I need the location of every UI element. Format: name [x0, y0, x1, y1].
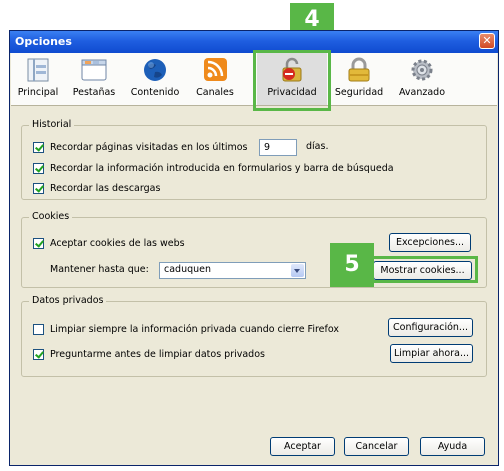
always-clear-checkbox[interactable] — [33, 324, 44, 335]
tab-label: Contenido — [130, 87, 180, 98]
configuration-button[interactable]: Configuración... — [388, 318, 473, 337]
tab-pestanas[interactable]: Pestañas — [65, 53, 123, 105]
close-icon: ✕ — [482, 34, 492, 47]
clear-now-button[interactable]: Limpiar ahora... — [390, 344, 473, 363]
ask-before-row: Preguntarme antes de limpiar datos priva… — [33, 346, 265, 363]
remember-pages-label: Recordar páginas visitadas en los último… — [50, 142, 248, 153]
accept-cookies-checkbox[interactable] — [33, 238, 44, 249]
ask-before-label: Preguntarme antes de limpiar datos priva… — [50, 349, 265, 360]
tab-contenido[interactable]: Contenido — [123, 53, 187, 105]
remember-pages-checkbox[interactable] — [33, 142, 44, 153]
remember-downloads-checkbox[interactable] — [33, 183, 44, 194]
remember-downloads-row: Recordar las descargas — [33, 180, 160, 197]
days-label: días. — [306, 141, 329, 152]
private-data-group: Datos privados — [21, 295, 487, 377]
tabs-window-icon — [81, 59, 107, 81]
tab-label: Pestañas — [72, 87, 116, 98]
exceptions-button[interactable]: Excepciones... — [389, 233, 471, 252]
step-4-highlight — [253, 50, 331, 111]
remember-forms-label: Recordar la información introducida en f… — [50, 163, 394, 174]
rss-feed-icon — [204, 58, 227, 81]
tab-seguridad[interactable]: Seguridad — [329, 53, 389, 105]
tab-principal[interactable]: Principal — [11, 53, 65, 105]
keep-until-label: Mantener hasta que: — [50, 264, 149, 275]
ask-before-checkbox[interactable] — [33, 349, 44, 360]
days-input[interactable]: 9 — [259, 139, 297, 156]
tab-label: Canales — [196, 87, 234, 98]
step-5-highlight — [370, 256, 478, 283]
history-legend: Historial — [29, 119, 75, 130]
remember-forms-row: Recordar la información introducida en f… — [33, 160, 394, 177]
help-button[interactable]: Ayuda — [420, 437, 485, 456]
security-padlock-icon — [348, 57, 370, 82]
private-data-legend: Datos privados — [29, 295, 107, 306]
tab-label: Seguridad — [334, 87, 384, 98]
tab-label: Principal — [17, 87, 59, 98]
cookies-legend: Cookies — [29, 211, 73, 222]
accept-cookies-row: Aceptar cookies de las webs — [33, 235, 185, 252]
keep-until-select[interactable]: caduquen — [159, 262, 306, 279]
tab-label: Avanzado — [398, 87, 446, 98]
accept-button[interactable]: Aceptar — [270, 437, 335, 456]
main-panel-icon — [27, 58, 49, 82]
cancel-button[interactable]: Cancelar — [344, 437, 409, 456]
close-button[interactable]: ✕ — [479, 33, 495, 49]
remember-downloads-label: Recordar las descargas — [50, 183, 161, 194]
chevron-down-icon[interactable] — [291, 264, 304, 277]
always-clear-row: Limpiar siempre la información privada c… — [33, 321, 339, 338]
remember-forms-checkbox[interactable] — [33, 163, 44, 174]
step-5-badge: 5 — [330, 243, 374, 287]
gear-icon — [411, 59, 433, 81]
accept-cookies-label: Aceptar cookies de las webs — [50, 238, 185, 249]
tab-avanzado[interactable]: Avanzado — [391, 53, 453, 105]
window-title: Opciones — [15, 35, 72, 48]
tab-canales[interactable]: Canales — [187, 53, 243, 105]
keep-until-value: caduquen — [164, 264, 212, 275]
always-clear-label: Limpiar siempre la información privada c… — [50, 324, 339, 335]
remember-pages-row: Recordar páginas visitadas en los último… — [33, 139, 247, 156]
globe-icon — [144, 59, 166, 81]
